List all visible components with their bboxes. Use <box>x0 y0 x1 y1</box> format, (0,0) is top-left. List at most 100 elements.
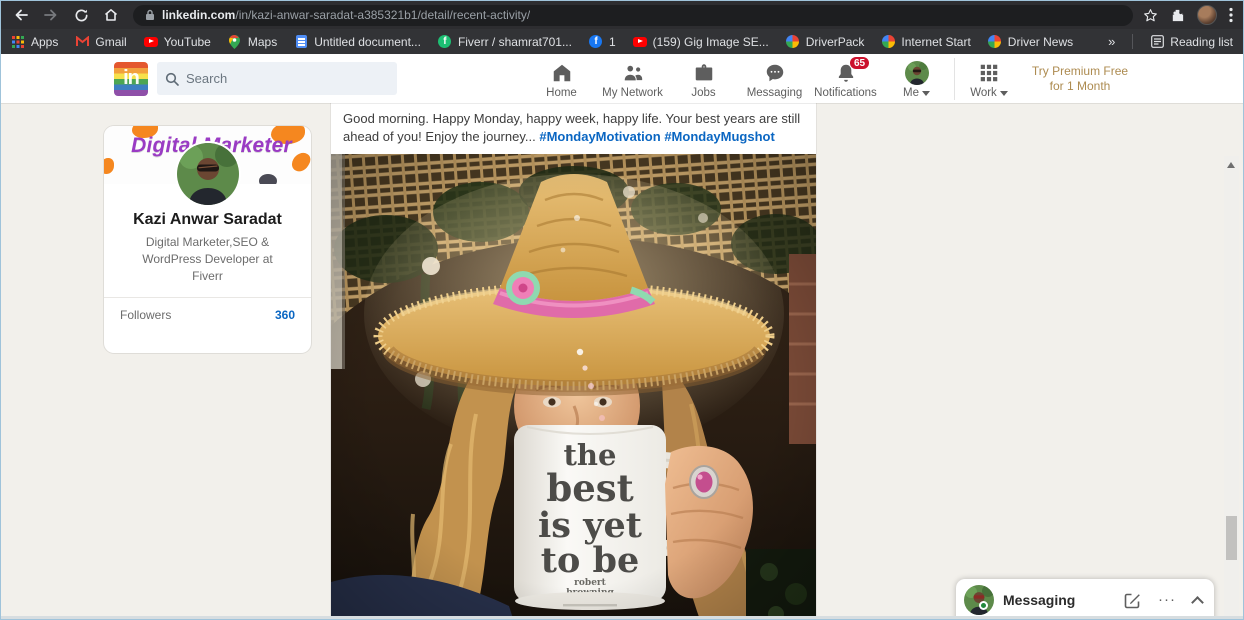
linkedin-navbar: in Home My Network <box>1 54 1243 103</box>
bookmarks-divider <box>1132 34 1133 49</box>
url-host: linkedin.com <box>162 8 235 22</box>
forward-icon[interactable] <box>39 3 63 27</box>
nav-home[interactable]: Home <box>526 54 597 103</box>
hashtag-link[interactable]: #MondayMugshot <box>664 129 775 144</box>
nav-label: Messaging <box>747 87 803 99</box>
reading-list-label: Reading list <box>1170 35 1233 49</box>
linkedin-logo[interactable]: in <box>114 62 148 96</box>
bookmark-label: DriverPack <box>806 35 865 49</box>
pinwheel-icon <box>988 35 1002 49</box>
bookmarks-bar: Apps Gmail YouTube Maps Untitled documen… <box>1 29 1243 54</box>
bookmark-label: Driver News <box>1008 35 1073 49</box>
post-card: Good morning. Happy Monday, happy week, … <box>331 103 816 620</box>
scrollbar-thumb[interactable] <box>1226 516 1237 560</box>
photo-light-flares <box>331 154 816 620</box>
bookmark-star-icon[interactable] <box>1143 8 1158 23</box>
nav-messaging[interactable]: Messaging <box>739 54 810 103</box>
bookmark-apps[interactable]: Apps <box>11 35 58 49</box>
reload-icon[interactable] <box>69 3 93 27</box>
scrollbar-up-arrow-icon[interactable] <box>1227 162 1235 168</box>
bookmark-untitled-document[interactable]: Untitled document... <box>294 35 421 49</box>
youtube-icon <box>633 35 647 49</box>
browser-menu-icon[interactable] <box>1229 7 1233 23</box>
pinwheel-icon <box>786 35 800 49</box>
bookmark-label: Internet Start <box>901 35 970 49</box>
work-grid-icon <box>978 61 1000 85</box>
youtube-icon <box>144 35 158 49</box>
search-input[interactable] <box>186 71 366 86</box>
me-avatar <box>905 61 929 85</box>
try-premium-link[interactable]: Try Premium Free for 1 Month <box>1021 54 1139 94</box>
nav-work[interactable]: Work <box>957 54 1021 103</box>
nav-divider <box>954 58 955 100</box>
home-icon[interactable] <box>99 3 123 27</box>
bookmark-label: (159) Gig Image SE... <box>653 35 769 49</box>
facebook-icon: f <box>589 35 603 49</box>
followers-count[interactable]: 360 <box>275 308 295 322</box>
bookmark-label: Gmail <box>95 35 126 49</box>
notifications-badge: 65 <box>849 56 870 70</box>
back-icon[interactable] <box>9 3 33 27</box>
search-box[interactable] <box>157 62 397 95</box>
nav-my-network[interactable]: My Network <box>597 54 668 103</box>
nav-notifications[interactable]: 65 Notifications <box>810 54 881 103</box>
bookmark-driver-news[interactable]: Driver News <box>988 35 1073 49</box>
premium-line2: for 1 Month <box>1050 79 1111 93</box>
profile-avatar[interactable] <box>177 143 239 205</box>
hashtag-link[interactable]: #MondayMotivation <box>539 129 660 144</box>
profile-name[interactable]: Kazi Anwar Saradat <box>104 211 311 229</box>
apps-grid-icon <box>11 35 25 49</box>
profile-headline: Digital Marketer,SEO & WordPress Develop… <box>128 234 288 285</box>
extension-puzzle-icon[interactable] <box>1170 8 1185 23</box>
nav-label: Jobs <box>691 87 715 99</box>
bookmark-fiverr[interactable]: f Fiverr / shamrat701... <box>438 35 572 49</box>
address-bar[interactable]: linkedin.com/in/kazi-anwar-saradat-a3853… <box>133 5 1133 26</box>
nav-label: Work <box>970 87 997 99</box>
browser-toolbar: linkedin.com/in/kazi-anwar-saradat-a3853… <box>1 1 1243 29</box>
fiverr-icon: f <box>438 35 452 49</box>
messaging-overflow-icon[interactable]: ··· <box>1158 595 1176 605</box>
compose-message-icon[interactable] <box>1124 592 1141 609</box>
post-text: Good morning. Happy Monday, happy week, … <box>331 103 816 154</box>
bookmark-facebook[interactable]: f 1 <box>589 35 616 49</box>
chevron-up-icon[interactable] <box>1191 596 1204 609</box>
post-photo[interactable]: the best is yet to be robert browning <box>331 154 816 620</box>
lock-icon <box>145 9 155 21</box>
messaging-avatar <box>964 585 994 615</box>
bookmark-label: Fiverr / shamrat701... <box>458 35 572 49</box>
bookmarks-overflow-chevron[interactable]: » <box>1108 34 1115 49</box>
home-nav-icon <box>551 61 573 85</box>
bookmark-youtube[interactable]: YouTube <box>144 35 211 49</box>
search-icon <box>165 72 179 86</box>
jobs-briefcase-icon <box>693 61 715 85</box>
bookmark-gig-image[interactable]: (159) Gig Image SE... <box>633 35 769 49</box>
bookmark-label: Untitled document... <box>314 35 421 49</box>
nav-me[interactable]: Me <box>881 54 952 103</box>
reading-list-icon <box>1150 35 1164 49</box>
presence-online-dot <box>979 601 988 610</box>
bookmark-maps[interactable]: Maps <box>228 35 277 49</box>
nav-label: Home <box>546 87 577 99</box>
messaging-dock[interactable]: Messaging ··· <box>956 579 1214 620</box>
page-scrollbar[interactable] <box>1224 156 1239 620</box>
caret-down-icon <box>922 91 930 96</box>
gmail-icon <box>75 35 89 49</box>
page-background: Digital Marketer Kazi Anwar Saradat Digi… <box>1 103 1243 620</box>
browser-window: linkedin.com/in/kazi-anwar-saradat-a3853… <box>0 0 1244 620</box>
bookmark-driverpack[interactable]: DriverPack <box>786 35 865 49</box>
reading-list-button[interactable]: Reading list <box>1150 35 1233 49</box>
profile-card[interactable]: Digital Marketer Kazi Anwar Saradat Digi… <box>104 126 311 353</box>
premium-line1: Try Premium Free <box>1032 64 1128 78</box>
browser-profile-avatar[interactable] <box>1197 5 1217 25</box>
bookmark-internet-start[interactable]: Internet Start <box>881 35 970 49</box>
bookmark-label: Apps <box>31 35 58 49</box>
nav-label: Me <box>903 87 919 99</box>
banner-blob <box>259 174 277 184</box>
pinwheel-icon <box>881 35 895 49</box>
bookmark-label: 1 <box>609 35 616 49</box>
messaging-bubble-icon <box>764 61 786 85</box>
banner-blob <box>104 158 114 174</box>
nav-jobs[interactable]: Jobs <box>668 54 739 103</box>
bookmark-gmail[interactable]: Gmail <box>75 35 126 49</box>
maps-pin-icon <box>228 35 242 49</box>
